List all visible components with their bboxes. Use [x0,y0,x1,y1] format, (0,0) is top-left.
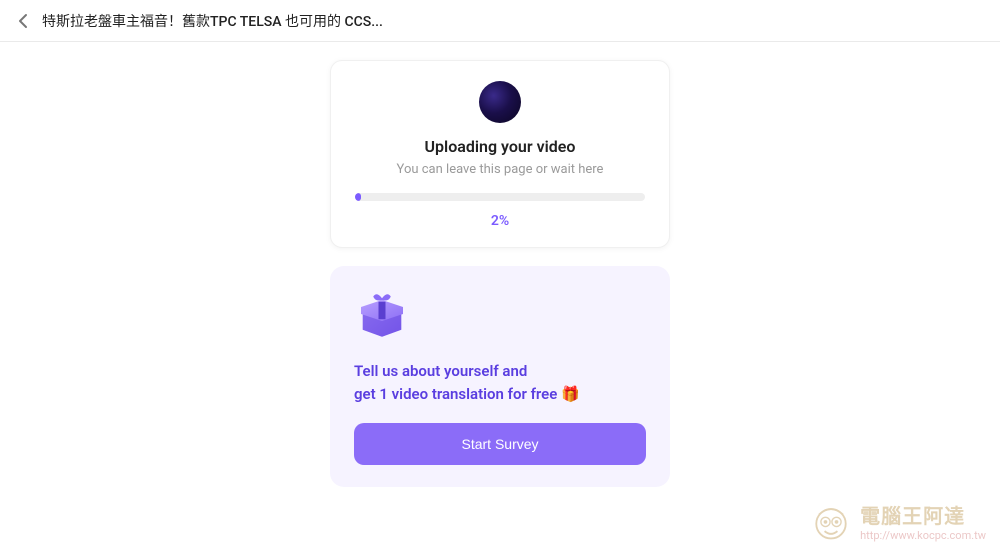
back-button[interactable] [18,13,28,29]
start-survey-button[interactable]: Start Survey [354,423,646,465]
video-thumbnail [479,81,521,123]
main-content: Uploading your video You can leave this … [0,42,1000,487]
watermark-text: 電腦王阿達 http://www.kocpc.com.tw [860,500,986,542]
gift-emoji-icon: 🎁 [561,385,580,403]
survey-line1: Tell us about yourself and [354,362,527,380]
upload-card: Uploading your video You can leave this … [330,60,670,248]
chevron-left-icon [18,13,28,29]
watermark-title: 電腦王阿達 [860,500,986,529]
survey-text: Tell us about yourself and get 1 video t… [354,360,646,405]
gift-icon-wrap [354,286,646,346]
survey-line2: get 1 video translation for free [354,385,557,403]
watermark-url: http://www.kocpc.com.tw [860,529,986,542]
upload-subtitle: You can leave this page or wait here [397,162,604,177]
progress-fill [355,193,361,201]
watermark-mascot-icon [808,498,854,544]
progress-bar [355,193,645,201]
page-title: 特斯拉老盤車主福音！舊款TPC TELSA 也可用的 CCS... [42,11,383,31]
survey-card: Tell us about yourself and get 1 video t… [330,266,670,487]
upload-title: Uploading your video [425,137,576,156]
gift-box-icon [354,286,410,342]
watermark: 電腦王阿達 http://www.kocpc.com.tw [808,498,986,544]
progress-percent: 2% [491,213,509,229]
header-bar: 特斯拉老盤車主福音！舊款TPC TELSA 也可用的 CCS... [0,0,1000,42]
